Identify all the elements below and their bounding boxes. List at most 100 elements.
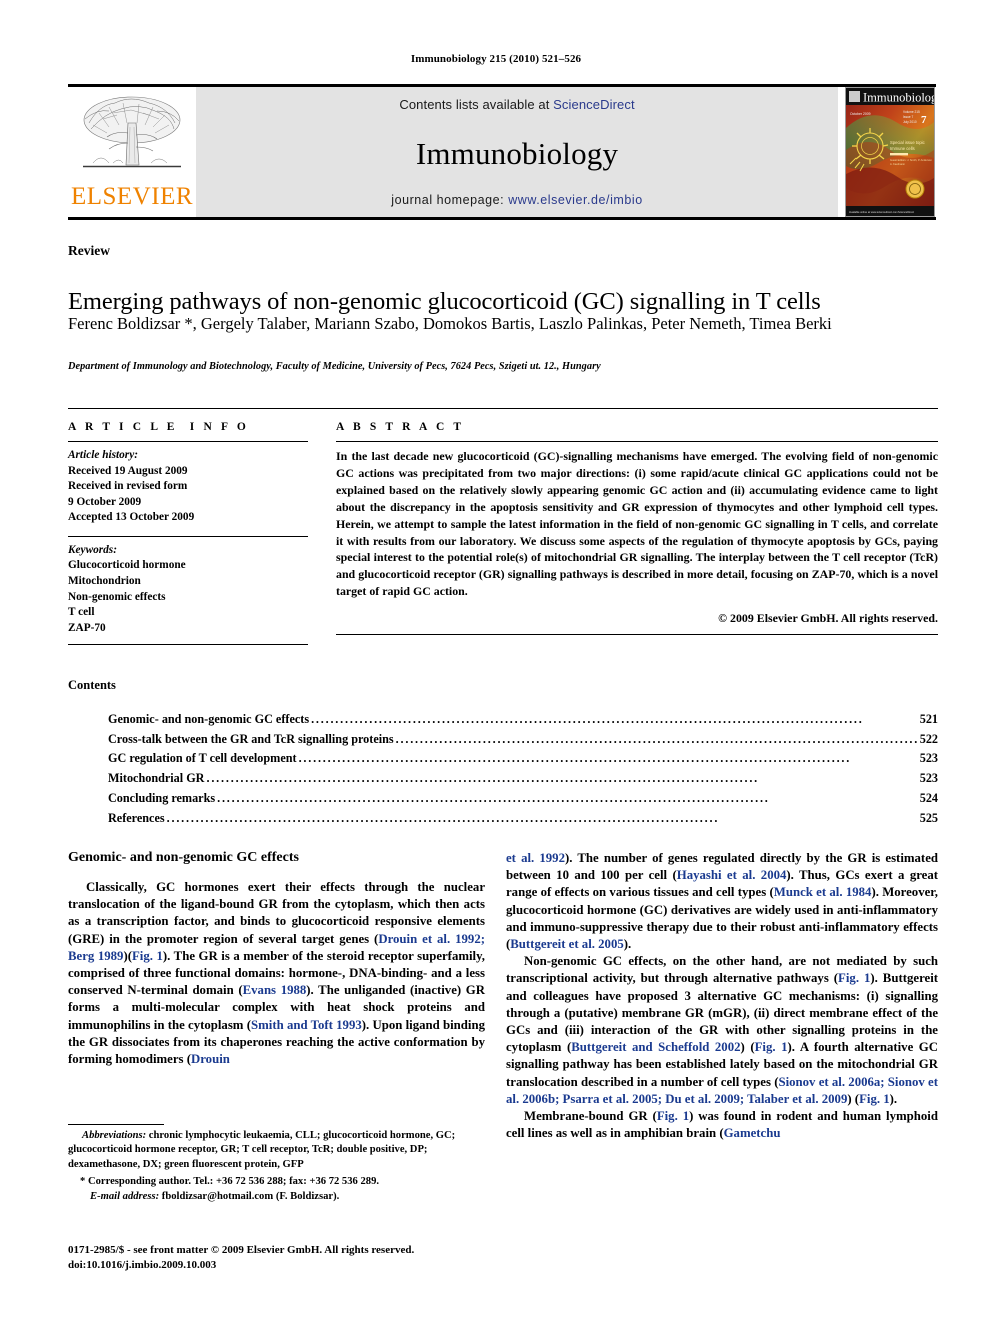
abstract-bottom-rule [336, 634, 938, 636]
keyword-item: Non-genomic effects [68, 590, 166, 603]
homepage-prefix: journal homepage: [391, 193, 509, 207]
email-label: E-mail address: [90, 1190, 160, 1202]
author-affiliation: Department of Immunology and Biotechnolo… [68, 361, 601, 372]
citation-link[interactable]: Buttgereit et al. 2005 [510, 937, 624, 951]
history-line: Received 19 August 2009 [68, 464, 188, 477]
journal-article-page: Immunobiology 215 (2010) 521–526 ELSEVIE… [0, 0, 992, 1323]
journal-title: Immunobiology [415, 135, 619, 171]
contents-entry[interactable]: Concluding remarks .....................… [68, 792, 938, 804]
contents-entry-page: 524 [919, 790, 938, 805]
section-heading: Genomic- and non-genomic GC effects [68, 850, 299, 865]
contents-entry[interactable]: Mitochondrial GR .......................… [68, 772, 938, 784]
abstract-heading: A B S T R A C T [336, 421, 465, 433]
body-paragraph: Non-genomic GC effects, on the other han… [506, 953, 938, 1108]
history-line: 9 October 2009 [68, 495, 142, 508]
contents-available-line: Contents lists available at ScienceDirec… [399, 97, 634, 112]
citation-link[interactable]: Smith and Toft 1993 [251, 1018, 362, 1032]
body-paragraph: Classically, GC hormones exert their eff… [68, 879, 485, 1068]
svg-text:Immune cells: Immune cells [890, 146, 915, 151]
contents-leader-dots: ........................................… [395, 732, 918, 745]
contents-entry[interactable]: References .............................… [68, 810, 938, 825]
article-type-label: Review [68, 243, 110, 258]
contents-entry-label: References [108, 810, 165, 825]
elsevier-wordmark: ELSEVIER [70, 183, 194, 210]
contents-leader-dots: ........................................… [217, 791, 770, 805]
journal-cover-image: Immunobiology October 2009 Volume 215 Is… [845, 87, 935, 217]
running-head: Immunobiology 215 (2010) 521–526 [410, 53, 582, 65]
history-line: Received in revised form [68, 480, 188, 493]
journal-homepage-line: journal homepage: www.elsevier.de/imbio [391, 193, 642, 207]
svg-text:7: 7 [921, 114, 927, 126]
svg-text:July 2010: July 2010 [903, 120, 917, 124]
doi-line[interactable]: doi:10.1016/j.imbio.2009.10.003 [68, 1258, 498, 1273]
contents-leader-dots: ........................................… [298, 752, 852, 765]
contents-entry-label: Genomic- and non-genomic GC effects [108, 712, 310, 726]
history-line: Accepted 13 October 2009 [68, 511, 195, 524]
contents-leader-dots: ........................................… [206, 772, 760, 785]
contents-entry-label: GC regulation of T cell development [108, 751, 297, 766]
sciencedirect-link[interactable]: ScienceDirect [553, 97, 635, 112]
article-history-label: Article history: [68, 449, 138, 461]
figure-link[interactable]: Fig. 1 [859, 1092, 890, 1106]
journal-masthead: ELSEVIER Contents lists available at Sci… [68, 84, 936, 220]
contents-leader-dots: ........................................… [311, 713, 864, 726]
abstract-column: A B S T R A C T In the last decade new g… [336, 421, 938, 645]
article-history-block: Article history: Received 19 August 2009… [68, 448, 308, 526]
body-column-right: et al. 1992). The number of genes regula… [506, 850, 938, 1142]
contents-entry-page: 521 [919, 712, 938, 726]
contents-entry[interactable]: Genomic- and non-genomic GC effects ....… [68, 713, 938, 725]
contents-entry-label: Mitochondrial GR [108, 771, 205, 786]
footnote-rule [68, 1124, 164, 1125]
citation-link[interactable]: et al. 1992 [506, 851, 565, 865]
body-paragraph: Membrane-bound GR (Fig. 1) was found in … [506, 1108, 938, 1142]
contents-entry[interactable]: GC regulation of T cell development ....… [68, 752, 938, 764]
author-list: Ferenc Boldizsar *, Gergely Talaber, Mar… [68, 314, 832, 333]
article-info-column: A R T I C L E I N F O Article history: R… [68, 421, 308, 646]
citation-link[interactable]: Munck et al. 1984 [774, 885, 872, 899]
svg-text:A. Kaufmann: A. Kaufmann [890, 162, 906, 166]
elsevier-tree-icon [83, 96, 181, 168]
text-segment: ). [623, 937, 632, 952]
article-info-bottom-rule [68, 644, 308, 646]
text-segment: )( [123, 948, 132, 963]
journal-homepage-link[interactable]: www.elsevier.de/imbio [508, 193, 643, 207]
elsevier-logo: ELSEVIER [68, 87, 196, 217]
citation-link[interactable]: Evans 1988 [243, 983, 307, 997]
svg-text:Immunobiology: Immunobiology [863, 91, 934, 105]
contents-entry-label: Concluding remarks [108, 790, 216, 805]
corresponding-author-footnote: * Corresponding author. Tel.: +36 72 536… [80, 1176, 380, 1188]
figure-link[interactable]: Fig. 1 [755, 1040, 788, 1054]
figure-link[interactable]: Fig. 1 [132, 949, 163, 963]
keywords-block: Keywords: Glucocorticoid hormone Mitocho… [68, 543, 308, 636]
body-column-left: Genomic- and non-genomic GC effects Clas… [68, 850, 485, 1068]
keywords-label: Keywords: [68, 543, 117, 556]
contents-entry-label: Cross-talk between the GR and TcR signal… [108, 731, 394, 746]
abstract-copyright: © 2009 Elsevier GmbH. All rights reserve… [718, 611, 938, 626]
text-segment: ) ( [847, 1091, 860, 1106]
svg-text:Special issue topic: Special issue topic [890, 140, 925, 145]
citation-link[interactable]: Drouin [191, 1052, 230, 1066]
figure-link[interactable]: Fig. 1 [838, 971, 870, 985]
keyword-item: Glucocorticoid hormone [68, 559, 186, 572]
contents-leader-dots: ........................................… [166, 811, 720, 824]
citation-link[interactable]: Buttgereit and Scheffold 2002 [571, 1040, 740, 1054]
keyword-item: ZAP-70 [68, 621, 106, 634]
article-info-heading: A R T I C L E I N F O [68, 421, 250, 433]
figure-link[interactable]: Fig. 1 [657, 1109, 689, 1123]
contents-list: Genomic- and non-genomic GC effects ....… [68, 713, 938, 824]
citation-link[interactable]: Gametchu [724, 1126, 781, 1140]
contents-entry[interactable]: Cross-talk between the GR and TcR signal… [68, 731, 938, 746]
journal-band: Contents lists available at ScienceDirec… [196, 87, 838, 217]
contents-available-prefix: Contents lists available at [399, 97, 554, 112]
abbreviations-footnote: Abbreviations: chronic lymphocytic leuka… [68, 1129, 485, 1172]
text-segment: ). [889, 1091, 898, 1106]
abstract-rule [336, 441, 938, 442]
svg-text:ScienceDirect: ScienceDirect [898, 210, 914, 214]
email-address[interactable]: fboldizsar@hotmail.com (F. Boldizsar). [159, 1191, 340, 1202]
contents-section: Contents Genomic- and non-genomic GC eff… [68, 678, 938, 831]
citation-link[interactable]: Hayashi et al. 2004 [677, 868, 787, 882]
journal-cover-thumbnail[interactable]: Immunobiology October 2009 Volume 215 Is… [844, 87, 936, 217]
contents-heading: Contents [68, 678, 116, 692]
svg-text:Issue 7: Issue 7 [903, 115, 914, 119]
svg-text:October 2009: October 2009 [850, 112, 871, 116]
